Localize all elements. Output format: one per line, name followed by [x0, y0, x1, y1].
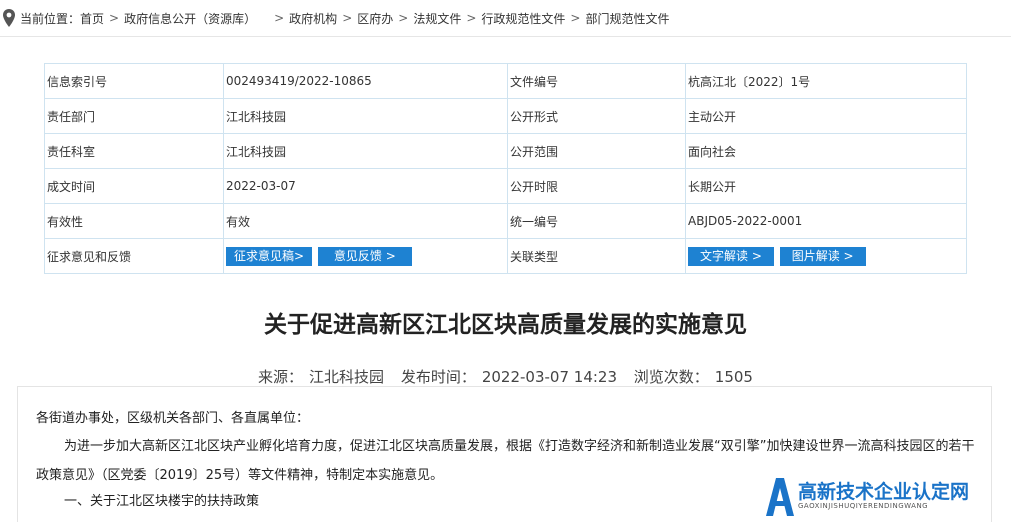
- image-interpretation-button[interactable]: 图片解读 >: [779, 246, 866, 266]
- meta-key: 统一编号: [507, 203, 686, 239]
- table-row: 责任部门 江北科技园 公开形式 主动公开: [44, 98, 967, 134]
- breadcrumb-label: 当前位置：: [20, 11, 81, 26]
- document-meta-table: 信息索引号 002493419/2022-10865 文件编号 杭高江北〔202…: [44, 63, 967, 274]
- breadcrumb-dept-docs[interactable]: 部门规范性文件: [585, 10, 669, 27]
- page-title: 关于促进高新区江北区块高质量发展的实施意见: [264, 312, 747, 338]
- feedback-button[interactable]: 意见反馈 >: [317, 246, 412, 266]
- watermark-title: 高新技术企业认定网: [798, 481, 970, 503]
- breadcrumb: 当前位置： 首页 > 政府信息公开（资源库） > 政府机构 > 区府办 > 法规…: [0, 0, 1011, 37]
- meta-key: 公开时限: [507, 168, 686, 204]
- breadcrumb-regulations[interactable]: 法规文件: [413, 10, 461, 27]
- meta-key: 公开范围: [507, 133, 686, 169]
- meta-key: 文件编号: [507, 63, 686, 99]
- meta-value: 江北科技园: [223, 133, 508, 169]
- location-pin-icon: [3, 9, 15, 27]
- meta-value: 有效: [223, 203, 508, 239]
- breadcrumb-gov-agency[interactable]: 政府机构: [289, 10, 337, 27]
- meta-key: 责任部门: [44, 98, 224, 134]
- salutation: 各街道办事处，区级机关各部门、各直属单位：: [36, 411, 310, 426]
- table-row: 信息索引号 002493419/2022-10865 文件编号 杭高江北〔202…: [44, 63, 967, 99]
- meta-value: 面向社会: [685, 133, 967, 169]
- source-value: 江北科技园: [309, 368, 385, 386]
- meta-key: 关联类型: [507, 238, 686, 274]
- interpretation-buttons: 文字解读 > 图片解读 >: [685, 238, 967, 274]
- feedback-buttons: 征求意见稿> 意见反馈 >: [223, 238, 508, 274]
- breadcrumb-gov-info[interactable]: 政府信息公开（资源库）: [124, 10, 256, 27]
- article-meta-line: 来源： 江北科技园 发布时间： 2022-03-07 14:23 浏览次数： 1505: [0, 366, 1011, 387]
- table-row: 成文时间 2022-03-07 公开时限 长期公开: [44, 168, 967, 204]
- meta-key: 责任科室: [44, 133, 224, 169]
- views-count: 1505: [714, 368, 753, 386]
- published-label: 发布时间：: [400, 368, 476, 386]
- meta-value: 002493419/2022-10865: [223, 63, 508, 99]
- source-label: 来源：: [258, 368, 304, 386]
- meta-key: 公开形式: [507, 98, 686, 134]
- table-row: 责任科室 江北科技园 公开范围 面向社会: [44, 133, 967, 169]
- meta-value: 主动公开: [685, 98, 967, 134]
- meta-value: 2022-03-07: [223, 168, 508, 204]
- text-interpretation-button[interactable]: 文字解读 >: [688, 246, 774, 266]
- meta-key: 成文时间: [44, 168, 224, 204]
- table-row: 征求意见和反馈 征求意见稿> 意见反馈 > 关联类型 文字解读 > 图片解读 >: [44, 238, 967, 274]
- meta-key: 信息索引号: [44, 63, 224, 99]
- views-label: 浏览次数：: [633, 368, 709, 386]
- table-row: 有效性 有效 统一编号 ABJD05-2022-0001: [44, 203, 967, 239]
- meta-value: 杭高江北〔2022〕1号: [685, 63, 967, 99]
- breadcrumb-home[interactable]: 首页: [80, 10, 104, 27]
- breadcrumb-admin-docs[interactable]: 行政规范性文件: [481, 10, 565, 27]
- meta-value: ABJD05-2022-0001: [685, 203, 967, 239]
- watermark-logo-icon: [766, 478, 794, 516]
- watermark: 高新技术企业认定网 GAOXINJISHUQIYERENDINGWANG: [764, 476, 969, 516]
- draft-opinion-button[interactable]: 征求意见稿>: [226, 246, 313, 266]
- breadcrumb-district-office[interactable]: 区府办: [357, 10, 393, 27]
- meta-value: 长期公开: [685, 168, 967, 204]
- watermark-subtitle: GAOXINJISHUQIYERENDINGWANG: [798, 502, 929, 510]
- section-heading: 一、关于江北区块楼宇的扶持政策: [64, 494, 260, 509]
- meta-key: 有效性: [44, 203, 224, 239]
- published-value: 2022-03-07 14:23: [481, 368, 617, 386]
- meta-value: 江北科技园: [223, 98, 508, 134]
- meta-key: 征求意见和反馈: [44, 238, 224, 274]
